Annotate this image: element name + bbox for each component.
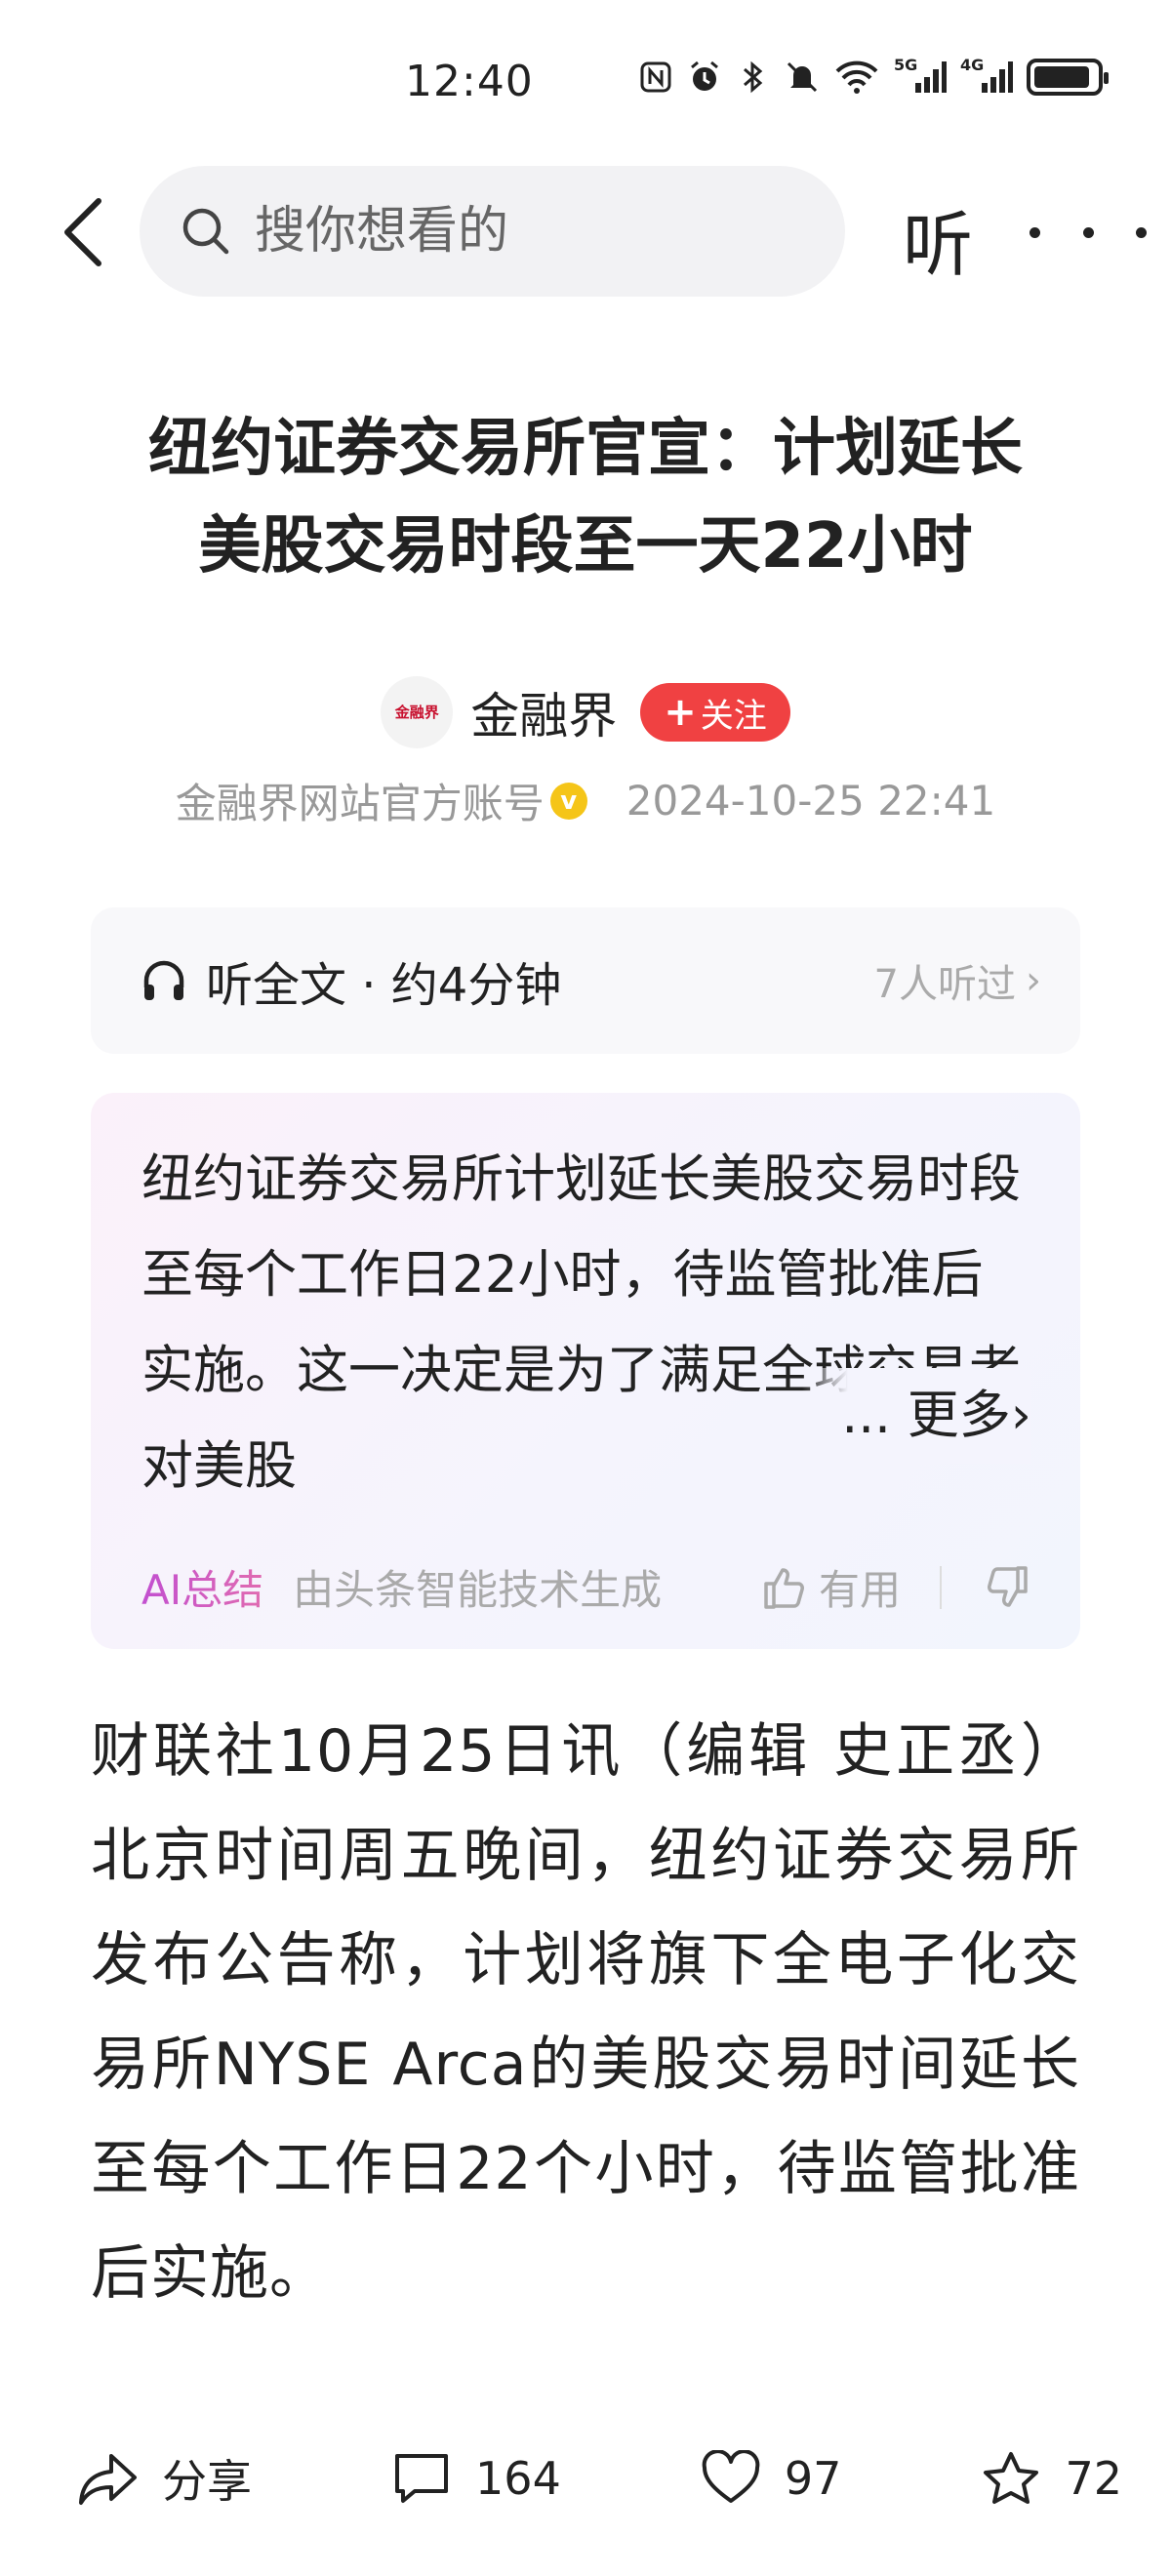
more-label: ... 更多 <box>841 1386 1011 1445</box>
nfc-icon <box>638 60 673 95</box>
article-title-line2: 美股交易时段至一天22小时 <box>198 510 973 583</box>
headphone-icon <box>143 960 184 1000</box>
signal-4g-label: 4G <box>960 56 985 74</box>
search-input[interactable] <box>255 202 801 261</box>
listen-button[interactable]: 听 <box>903 187 973 290</box>
ai-summary-footer: AI总结 由头条智能技术生成 有用 <box>141 1557 1031 1617</box>
battery-icon <box>1027 59 1109 96</box>
more-dot-icon <box>1082 226 1094 238</box>
divider <box>940 1565 942 1609</box>
heart-icon <box>702 2450 760 2503</box>
ai-summary-source: 由头条智能技术生成 <box>293 1566 663 1614</box>
share-button[interactable]: 分享 <box>78 2446 252 2511</box>
signal-5g-label: 5G <box>894 56 918 74</box>
favorite-count: 72 <box>1065 2452 1122 2505</box>
dislike-button[interactable] <box>985 1564 1031 1611</box>
article-body: 财联社10月25日讯（编辑 史正丞）北京时间周五晚间，纽约证券交易所发布公告称，… <box>91 1717 1080 2308</box>
chevron-right-icon: › <box>1026 958 1041 1003</box>
signal-4g-icon: 4G <box>960 56 1013 95</box>
wifi-icon <box>833 60 880 95</box>
star-icon <box>984 2452 1039 2504</box>
verified-icon: v <box>549 782 587 820</box>
alarm-icon <box>687 60 722 95</box>
account-description: 金融界网站官方账号 <box>175 780 545 827</box>
comment-button[interactable]: 164 <box>391 2450 561 2507</box>
back-button[interactable] <box>49 193 117 271</box>
like-count: 97 <box>784 2452 842 2505</box>
thumbs-up-icon <box>764 1567 804 1609</box>
author-avatar[interactable]: 金融界 <box>381 676 454 748</box>
share-label: 分享 <box>162 2455 252 2508</box>
share-icon <box>79 2454 137 2505</box>
comment-icon <box>395 2454 449 2503</box>
bottom-action-bar: 分享 164 97 72 <box>0 2400 1171 2576</box>
more-dot-icon <box>1030 226 1040 238</box>
author-row: 金融界 金融界 + 关注 <box>0 673 1171 751</box>
status-icons: 5G 4G <box>638 56 1109 96</box>
chevron-right-icon: › <box>1010 1386 1031 1445</box>
article-title-line1: 纽约证券交易所官宣：计划延长 <box>148 413 1023 485</box>
follow-label: 关注 <box>700 696 767 736</box>
thumbs-down-icon <box>988 1565 1028 1607</box>
top-bar: 听 <box>0 166 1171 302</box>
back-arrow-icon <box>64 198 101 266</box>
follow-button[interactable]: + 关注 <box>640 683 790 742</box>
publish-time: 2024-10-25 22:41 <box>626 777 996 825</box>
like-button[interactable]: 97 <box>701 2450 842 2507</box>
status-bar: 12:40 5G 4G <box>0 0 1171 166</box>
plus-icon: + <box>664 690 697 735</box>
ai-summary-badge: AI总结 <box>141 1557 263 1617</box>
listen-count: 7人听过 <box>873 962 1016 1007</box>
listen-label: 听全文 · 约4分钟 <box>206 958 562 1013</box>
article-title: 纽约证券交易所官宣：计划延长 美股交易时段至一天22小时 <box>78 400 1093 595</box>
more-options-button[interactable] <box>1030 203 1147 262</box>
ai-summary-more-button[interactable]: ... 更多› <box>802 1368 1031 1464</box>
useful-button[interactable]: 有用 <box>760 1557 901 1617</box>
article-meta: 金融界网站官方账号 v 2024-10-25 22:41 <box>0 771 1171 830</box>
ai-summary-card: 纽约证券交易所计划延长美股交易时段至每个工作日22小时，待监管批准后实施。这一决… <box>91 1093 1080 1649</box>
favorite-button[interactable]: 72 <box>981 2450 1122 2507</box>
author-logo: 金融界 <box>394 704 439 721</box>
more-dot-icon <box>1136 226 1147 238</box>
mute-icon <box>785 60 820 95</box>
status-time: 12:40 <box>405 57 534 106</box>
search-icon <box>182 208 229 255</box>
comment-count: 164 <box>475 2452 561 2505</box>
search-box[interactable] <box>140 166 845 297</box>
bluetooth-icon <box>736 60 771 95</box>
signal-5g-icon: 5G <box>894 56 947 95</box>
useful-label: 有用 <box>818 1566 901 1614</box>
author-name[interactable]: 金融界 <box>470 677 617 747</box>
listen-full-text-card[interactable]: 听全文 · 约4分钟 7人听过 › <box>91 907 1080 1054</box>
